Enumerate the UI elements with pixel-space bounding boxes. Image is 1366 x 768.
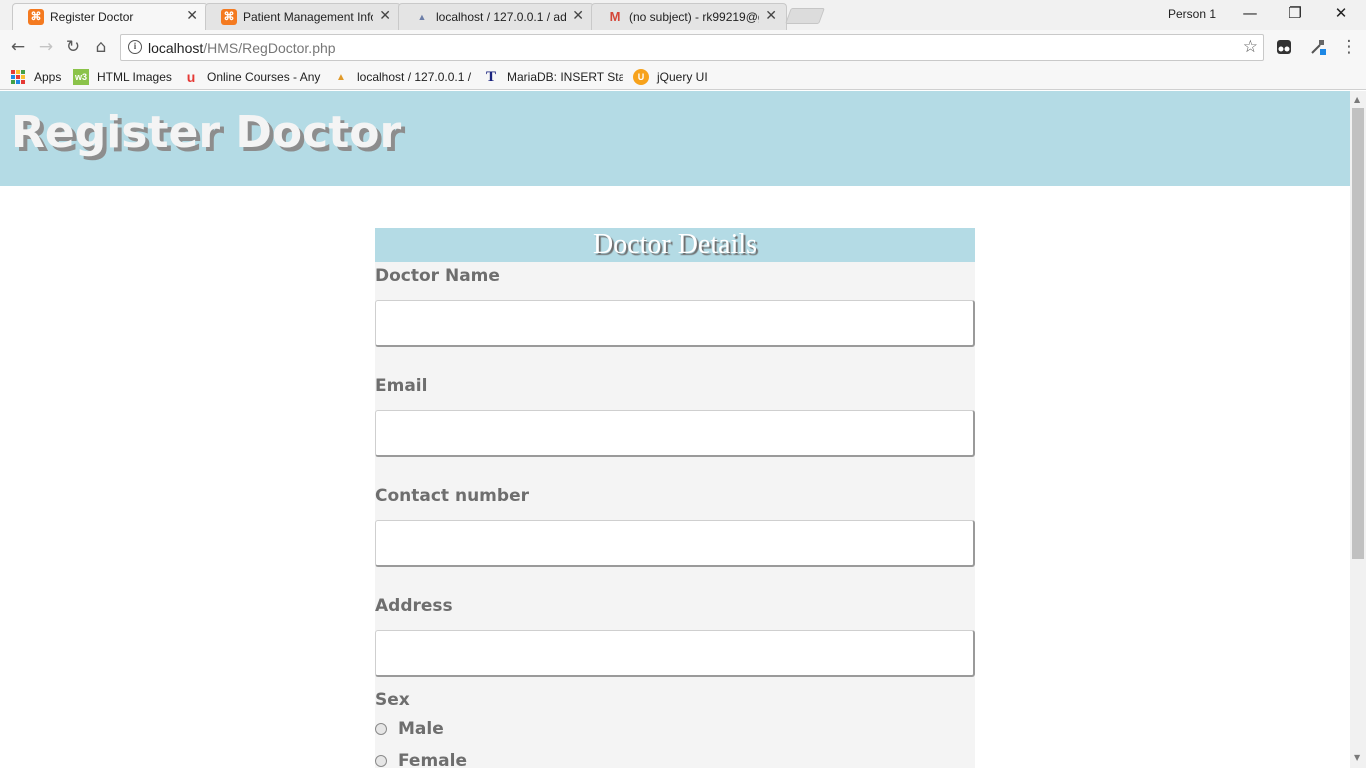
doctor-form: Doctor Details Doctor Name Email Contact… <box>375 228 975 768</box>
jquery-ui-icon: U <box>633 69 649 85</box>
tab-title: Register Doctor <box>50 9 134 24</box>
menu-kebab-icon[interactable]: ⋮ <box>1338 36 1360 58</box>
udemy-icon: u <box>186 69 196 85</box>
tampermonkey-icon[interactable] <box>1276 39 1292 55</box>
bookmark-online-courses[interactable]: u Online Courses - Any <box>183 68 323 86</box>
bookmark-phpmyadmin[interactable]: ▲ localhost / 127.0.0.1 / <box>333 68 473 86</box>
male-label: Male <box>398 719 444 739</box>
address-label: Address <box>375 596 453 616</box>
browser-toolbar: ← → ↻ ⌂ i localhost/HMS/RegDoctor.php ☆ … <box>0 30 1366 64</box>
tab-title: (no subject) - rk99219@g <box>629 9 759 24</box>
scroll-down-icon[interactable]: ▼ <box>1354 753 1360 762</box>
bookmark-apps[interactable]: Apps <box>10 68 61 86</box>
mariadb-icon: T <box>485 68 496 85</box>
scrollbar-thumb[interactable] <box>1352 108 1364 559</box>
sex-label: Sex <box>375 690 410 710</box>
tab-title: Patient Management Info <box>243 9 373 24</box>
page-scrollbar[interactable]: ▲ ▼ <box>1350 91 1366 768</box>
apps-grid-icon <box>10 69 26 85</box>
home-icon[interactable]: ⌂ <box>90 36 112 58</box>
male-radio[interactable] <box>375 723 387 735</box>
address-bar[interactable]: i localhost/HMS/RegDoctor.php ☆ <box>120 34 1264 61</box>
bookmarks-bar: Apps w3 HTML Images u Online Courses - A… <box>0 64 1366 90</box>
contact-number-label: Contact number <box>375 486 529 506</box>
tab-phpmyadmin[interactable]: ▲ localhost / 127.0.0.1 / adm ✕ <box>398 3 594 30</box>
profile-button[interactable]: Person 1 <box>1168 7 1216 21</box>
page-viewport: Register Doctor Doctor Details Doctor Na… <box>0 91 1366 768</box>
close-window-icon[interactable]: ✕ <box>1331 4 1351 24</box>
gmail-icon: M <box>609 9 621 24</box>
female-radio[interactable] <box>375 755 387 767</box>
bookmark-jquery-ui[interactable]: U jQuery UI <box>633 68 708 86</box>
doctor-name-input[interactable] <box>375 300 975 347</box>
forward-icon[interactable]: → <box>35 36 57 58</box>
page-header: Register Doctor <box>0 91 1350 186</box>
minimize-icon[interactable]: — <box>1240 4 1260 24</box>
url-text[interactable]: localhost/HMS/RegDoctor.php <box>148 40 336 56</box>
address-input[interactable] <box>375 630 975 677</box>
doctor-name-label: Doctor Name <box>375 266 500 286</box>
bookmark-star-icon[interactable]: ☆ <box>1243 37 1258 57</box>
female-label: Female <box>398 751 467 768</box>
xampp-icon: ⌘ <box>221 8 237 25</box>
contact-number-input[interactable] <box>375 520 975 567</box>
close-tab-icon[interactable]: ✕ <box>765 7 777 24</box>
w3schools-icon: w3 <box>73 69 89 85</box>
scroll-up-icon[interactable]: ▲ <box>1354 95 1360 104</box>
info-icon[interactable]: i <box>128 40 142 54</box>
bookmark-mariadb[interactable]: T MariaDB: INSERT Stat <box>483 68 623 86</box>
form-title: Doctor Details <box>375 228 975 262</box>
xampp-icon: ⌘ <box>28 8 44 25</box>
close-tab-icon[interactable]: ✕ <box>186 7 198 24</box>
page-title: Register Doctor <box>11 107 402 158</box>
new-tab-button[interactable] <box>785 8 825 24</box>
extension-icon[interactable] <box>1310 39 1326 55</box>
phpmyadmin-icon: ▲ <box>417 11 427 22</box>
reload-icon[interactable]: ↻ <box>62 36 84 58</box>
restore-icon[interactable]: ❐ <box>1285 4 1305 24</box>
tab-gmail[interactable]: M (no subject) - rk99219@g ✕ <box>591 3 787 30</box>
tab-patient-management[interactable]: ⌘ Patient Management Info ✕ <box>205 3 401 30</box>
email-label: Email <box>375 376 428 396</box>
phpmyadmin-icon: ▲ <box>336 71 346 83</box>
tab-register-doctor[interactable]: ⌘ Register Doctor ✕ <box>12 3 208 30</box>
sex-option-male[interactable]: Male <box>375 719 444 739</box>
tab-title: localhost / 127.0.0.1 / adm <box>436 9 566 24</box>
back-icon[interactable]: ← <box>7 36 29 58</box>
email-input[interactable] <box>375 410 975 457</box>
bookmark-html-images[interactable]: w3 HTML Images <box>73 68 172 86</box>
browser-titlebar: ⌘ Register Doctor ✕ ⌘ Patient Management… <box>0 0 1366 30</box>
close-tab-icon[interactable]: ✕ <box>572 7 584 24</box>
close-tab-icon[interactable]: ✕ <box>379 7 391 24</box>
sex-option-female[interactable]: Female <box>375 751 467 768</box>
